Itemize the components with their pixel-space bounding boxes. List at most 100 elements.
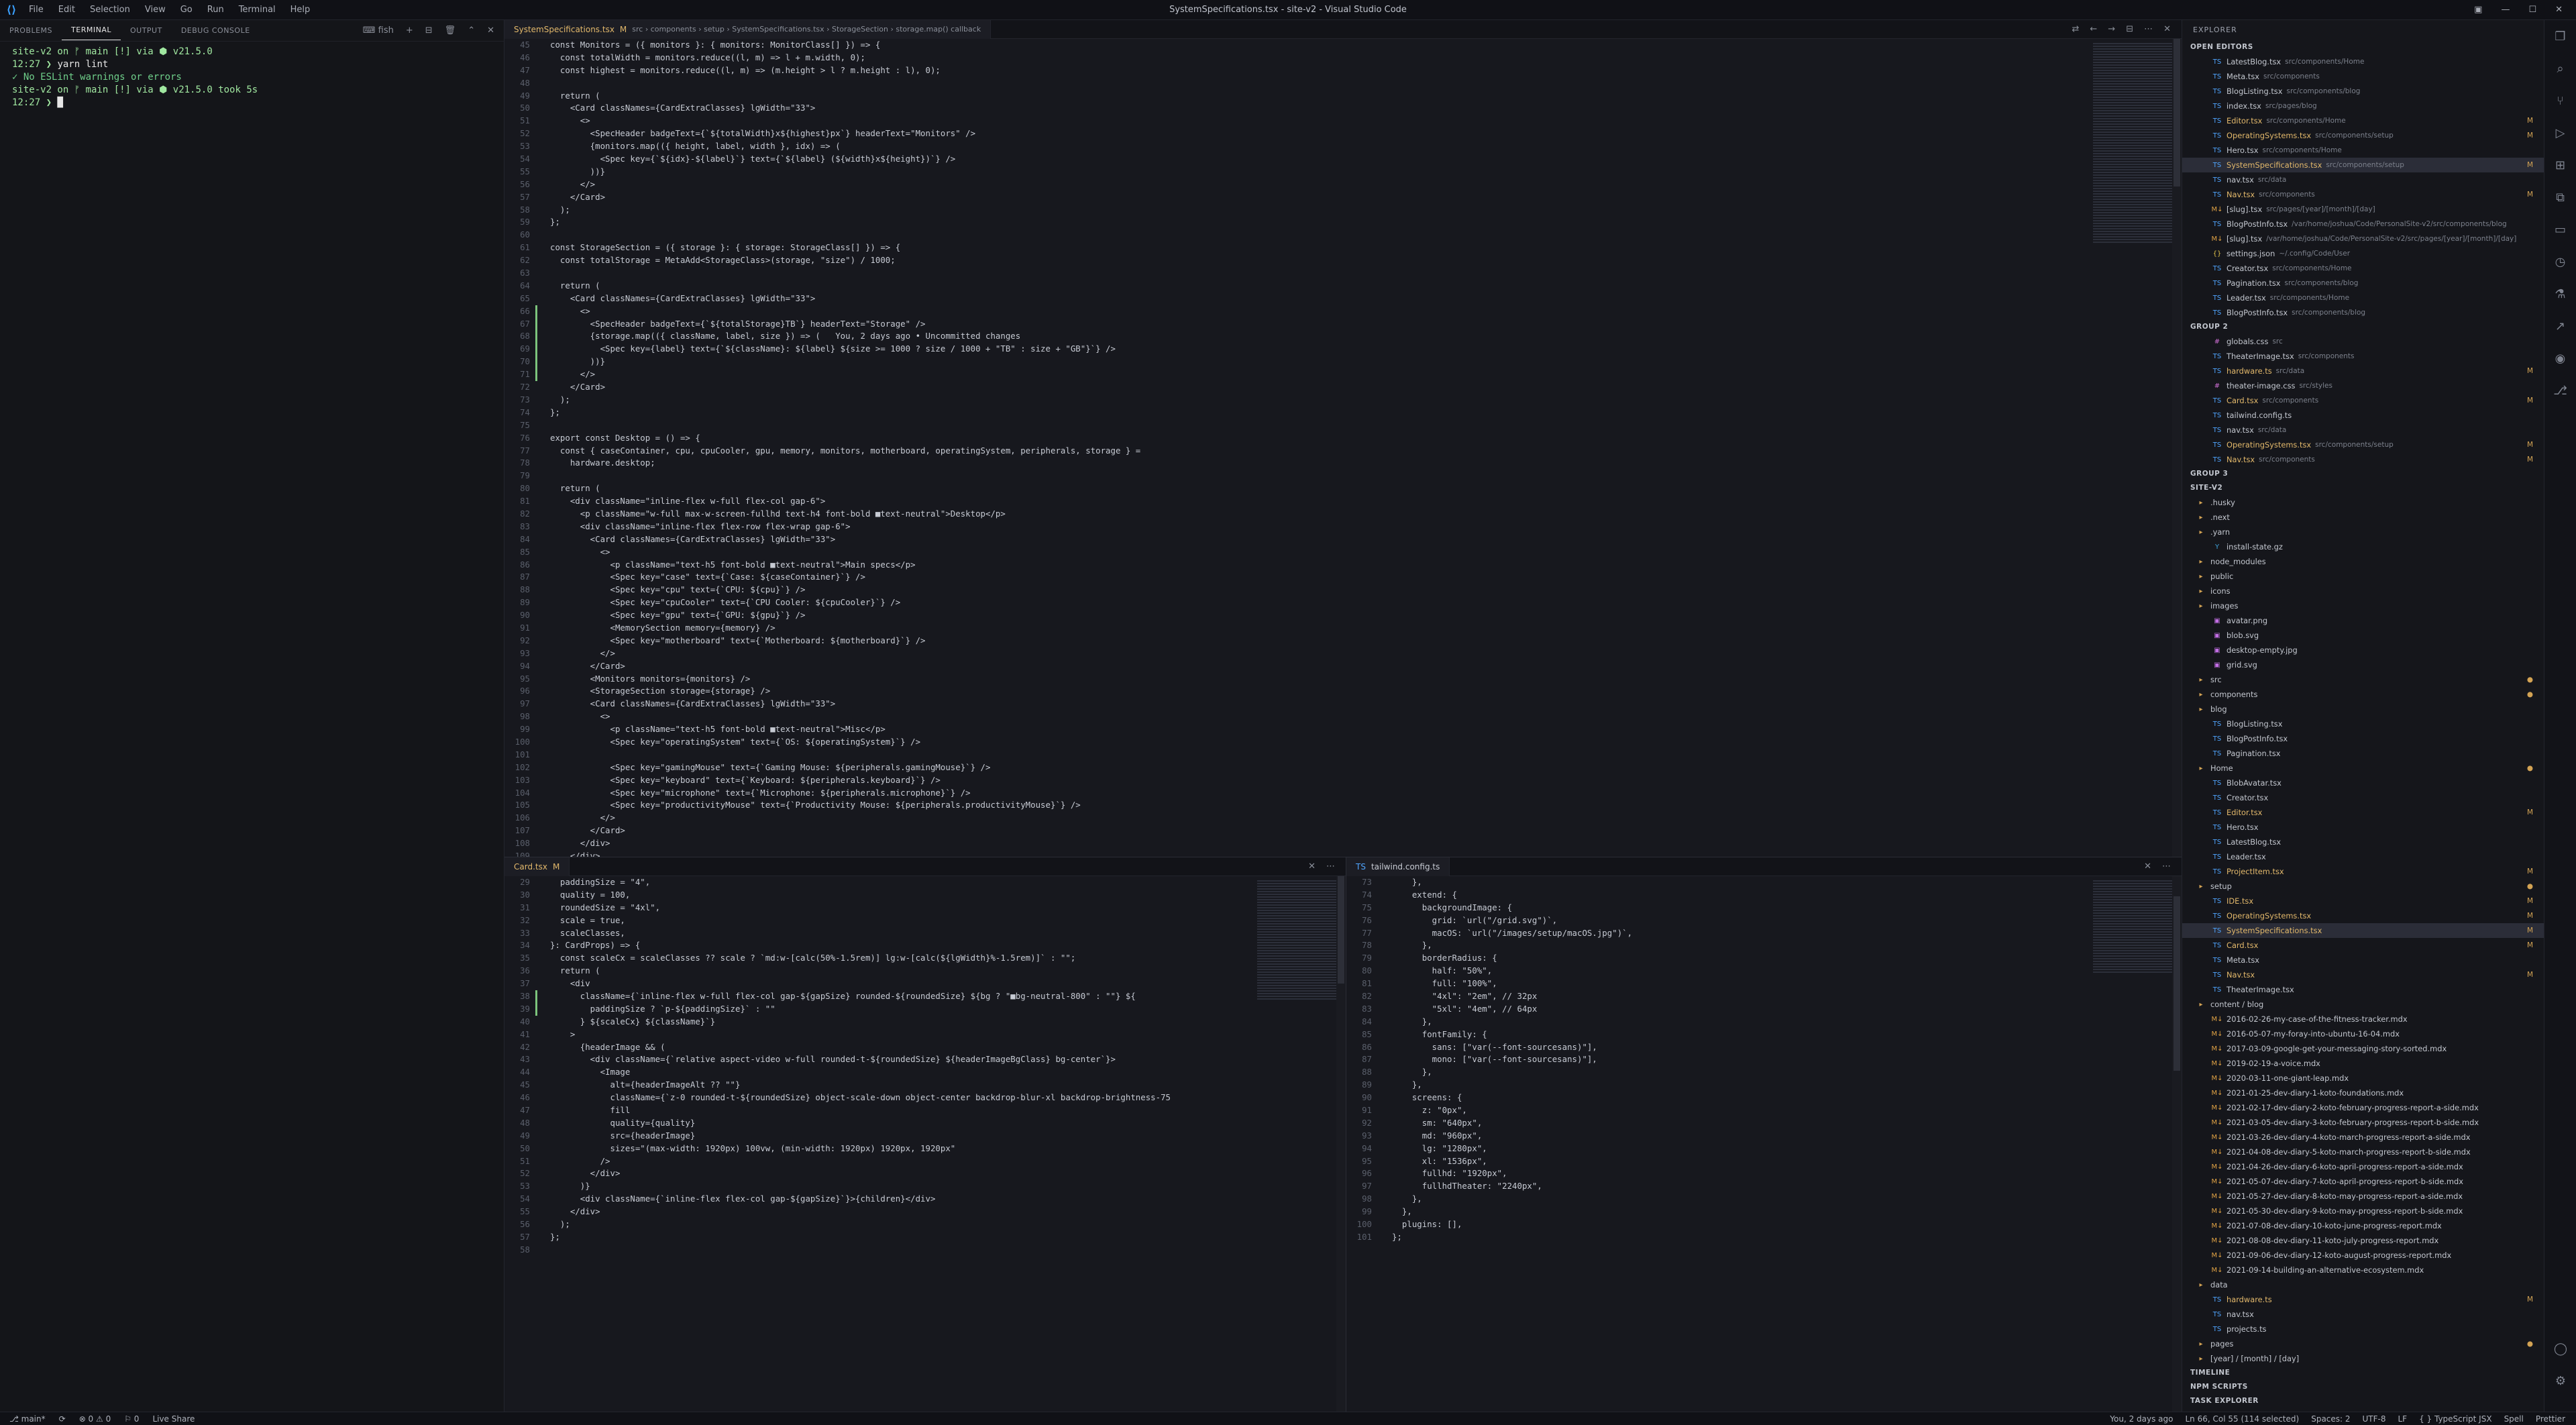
tab-output[interactable]: OUTPUT: [121, 26, 172, 35]
explorer-section-header[interactable]: TASK EXPLORER: [2182, 1394, 2544, 1408]
gutter[interactable]: [535, 1167, 550, 1180]
scrollbar[interactable]: [1336, 876, 1346, 1412]
menu-item[interactable]: Help: [284, 0, 317, 20]
copilot-icon[interactable]: ◉: [2544, 342, 2576, 374]
scrollbar[interactable]: [2172, 39, 2182, 857]
gutter[interactable]: [1377, 1041, 1392, 1054]
status-item[interactable]: LF: [2398, 1414, 2408, 1424]
file-item[interactable]: M↓ 2019-02-19-a-voice.mdx: [2182, 1056, 2544, 1071]
file-item[interactable]: M↓ 2021-05-27-dev-diary-8-koto-may-progre…: [2182, 1189, 2544, 1204]
gutter[interactable]: [535, 1079, 550, 1092]
file-item[interactable]: # globals.css src: [2182, 334, 2544, 349]
editor-tab-systemspecifications[interactable]: SystemSpecifications.tsx M src › compone…: [504, 20, 991, 39]
close-editor-icon[interactable]: ✕: [1308, 861, 1316, 872]
folder-item[interactable]: ▸ pages ●: [2182, 1336, 2544, 1351]
gutter[interactable]: [535, 356, 550, 369]
folder-item[interactable]: ▸ components ●: [2182, 687, 2544, 702]
gutter[interactable]: [535, 521, 550, 533]
file-item[interactable]: TS OperatingSystems.tsx src/components/set…: [2182, 437, 2544, 452]
gutter[interactable]: [535, 787, 550, 800]
gutter[interactable]: [535, 736, 550, 749]
gutter[interactable]: [535, 52, 550, 64]
file-item[interactable]: TS OperatingSystems.tsx src/components/set…: [2182, 128, 2544, 143]
file-item[interactable]: M↓ 2021-01-25-dev-diary-1-koto-foundation…: [2182, 1086, 2544, 1100]
git-graph-icon[interactable]: ⎇: [2544, 374, 2576, 407]
gutter[interactable]: [535, 1218, 550, 1231]
gutter[interactable]: [1377, 876, 1392, 889]
file-item[interactable]: M↓ 2020-03-11-one-giant-leap.mdx: [2182, 1071, 2544, 1086]
gutter[interactable]: [535, 381, 550, 394]
scrollbar[interactable]: [2172, 876, 2182, 1412]
file-item[interactable]: # theater-image.css src/styles: [2182, 378, 2544, 393]
menu-item[interactable]: View: [139, 0, 172, 20]
explorer-section-header[interactable]: GROUP 3: [2182, 467, 2544, 481]
gutter[interactable]: [535, 914, 550, 927]
status-item[interactable]: UTF-8: [2363, 1414, 2386, 1424]
folder-item[interactable]: ▸ src ●: [2182, 672, 2544, 687]
gutter[interactable]: [535, 482, 550, 495]
folder-item[interactable]: ▸ blog: [2182, 702, 2544, 717]
gutter[interactable]: [535, 622, 550, 635]
folder-item[interactable]: ▸ setup ●: [2182, 879, 2544, 894]
gutter[interactable]: [535, 457, 550, 470]
settings-gear-icon[interactable]: ⚙: [2544, 1365, 2576, 1397]
file-item[interactable]: TS Card.tsx M: [2182, 938, 2544, 953]
gutter[interactable]: [535, 876, 550, 889]
status-item[interactable]: Live Share: [152, 1414, 195, 1424]
gutter[interactable]: [535, 571, 550, 584]
status-item[interactable]: Spaces: 2: [2311, 1414, 2350, 1424]
folder-item[interactable]: ▸ data: [2182, 1277, 2544, 1292]
maximize-icon[interactable]: ☐: [2528, 0, 2536, 20]
gutter[interactable]: [535, 140, 550, 153]
folder-item[interactable]: ▸ images: [2182, 598, 2544, 613]
gutter[interactable]: [1377, 1117, 1392, 1130]
file-item[interactable]: {} settings.json ~/.config/Code/User: [2182, 246, 2544, 261]
gutter[interactable]: [535, 812, 550, 825]
folder-item[interactable]: ▸ [year] / [month] / [day]: [2182, 1351, 2544, 1366]
close-editor-icon[interactable]: ✕: [2144, 861, 2151, 872]
gutter[interactable]: [535, 647, 550, 660]
file-item[interactable]: TS hardware.ts src/data M: [2182, 364, 2544, 378]
gutter[interactable]: [1377, 889, 1392, 902]
file-item[interactable]: TS BlobAvatar.tsx: [2182, 776, 2544, 790]
file-item[interactable]: M↓ 2021-07-08-dev-diary-10-koto-june-prog…: [2182, 1218, 2544, 1233]
gutter[interactable]: [1377, 1092, 1392, 1104]
gutter[interactable]: [535, 990, 550, 1003]
gutter[interactable]: [535, 77, 550, 90]
file-item[interactable]: M↓ 2021-03-05-dev-diary-3-koto-february-p…: [2182, 1115, 2544, 1130]
file-item[interactable]: TS TheaterImage.tsx: [2182, 982, 2544, 997]
gutter[interactable]: [535, 1155, 550, 1168]
gutter[interactable]: [1377, 1180, 1392, 1193]
status-item[interactable]: { } TypeScript JSX: [2419, 1414, 2491, 1424]
gutter[interactable]: [1377, 990, 1392, 1003]
file-item[interactable]: TS TheaterImage.tsx src/components: [2182, 349, 2544, 364]
status-item[interactable]: Spell: [2504, 1414, 2524, 1424]
explorer-section-header[interactable]: TIMELINE: [2182, 1366, 2544, 1380]
gutter[interactable]: [535, 1016, 550, 1028]
gutter[interactable]: [535, 559, 550, 572]
gutter[interactable]: [535, 673, 550, 686]
minimize-icon[interactable]: —: [2501, 0, 2510, 20]
file-item[interactable]: M↓ [slug].tsx/var/home/joshua/Code/Person…: [2182, 231, 2544, 246]
folder-item[interactable]: ▸ icons: [2182, 584, 2544, 598]
gutter[interactable]: [535, 64, 550, 77]
gutter[interactable]: [535, 293, 550, 305]
file-item[interactable]: TS ProjectItem.tsx M: [2182, 864, 2544, 879]
file-item[interactable]: TS OperatingSystems.tsx M: [2182, 908, 2544, 923]
test-icon[interactable]: ⚗: [2544, 278, 2576, 310]
terminal-shell-label[interactable]: ⌨ fish: [363, 25, 394, 36]
folder-item[interactable]: ▸ .yarn: [2182, 525, 2544, 539]
menu-item[interactable]: Run: [201, 0, 230, 20]
gutter[interactable]: [535, 685, 550, 698]
gutter[interactable]: [535, 927, 550, 940]
file-item[interactable]: M↓ 2016-05-07-my-foray-into-ubuntu-16-04.…: [2182, 1026, 2544, 1041]
menu-item[interactable]: Edit: [52, 0, 81, 20]
gutter[interactable]: [535, 749, 550, 761]
folder-item[interactable]: ▸ content / blog: [2182, 997, 2544, 1012]
gutter[interactable]: [535, 280, 550, 293]
file-item[interactable]: TS BlogListing.tsx: [2182, 717, 2544, 731]
extensions-icon[interactable]: ⊞: [2544, 149, 2576, 181]
file-item[interactable]: TS Pagination.tsx: [2182, 746, 2544, 761]
gutter[interactable]: [1377, 1206, 1392, 1218]
file-item[interactable]: TS Meta.tsx src/components: [2182, 69, 2544, 84]
